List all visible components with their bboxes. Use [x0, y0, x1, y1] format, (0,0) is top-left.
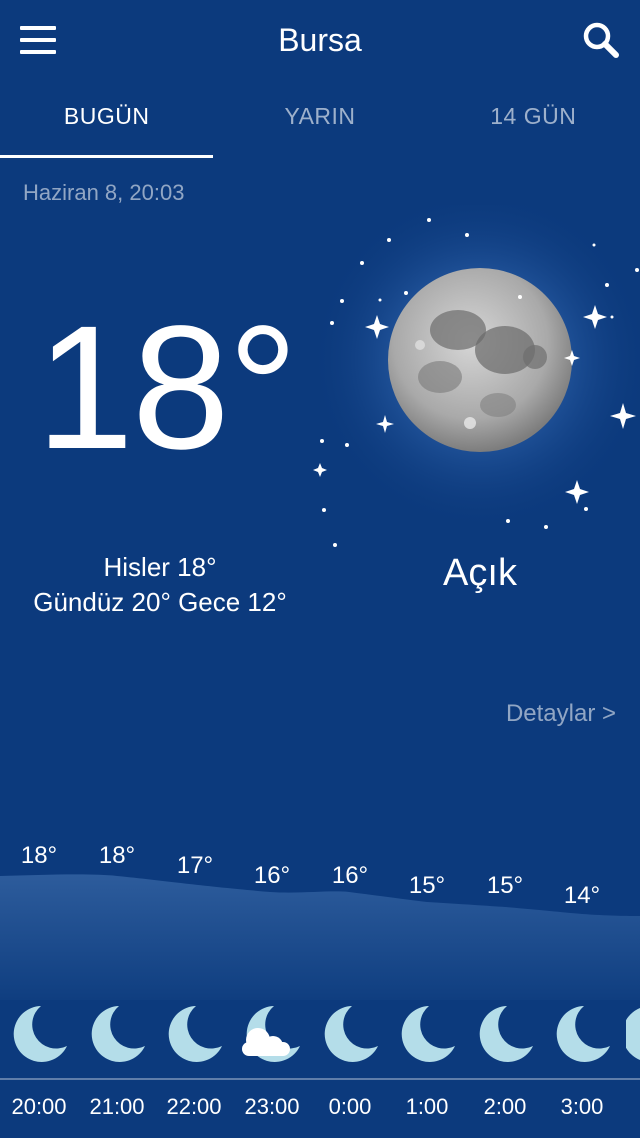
crescent-moon-icon: [556, 1006, 610, 1062]
tab-today[interactable]: BUGÜN: [0, 88, 214, 158]
city-title: Bursa: [278, 22, 362, 58]
hour-temp: 15°: [408, 872, 446, 899]
hour-temp: 18°: [98, 842, 136, 869]
hourly-divider: [0, 1078, 640, 1080]
hour-temp: 17°: [176, 852, 214, 879]
top-bar: Bursa: [0, 0, 640, 80]
hour-time: 22:00: [166, 1094, 222, 1119]
hourly-forecast[interactable]: 18° 18° 17° 16° 16° 15° 15° 14° 20:00 21…: [0, 830, 640, 1138]
crescent-moon-icon: [13, 1006, 67, 1062]
hour-temp: 18°: [20, 842, 58, 869]
weather-condition: Açık: [443, 552, 517, 594]
crescent-moon-icon: [324, 1006, 378, 1062]
day-night-temps: Gündüz 20° Gece 12°: [33, 587, 287, 617]
hour-time: 21:00: [89, 1094, 145, 1119]
hour-time: 23:00: [244, 1094, 300, 1119]
tab-bar: BUGÜN YARIN 14 GÜN: [0, 88, 640, 158]
current-date: Haziran 8, 20:03: [23, 180, 185, 205]
crescent-moon-icon: [91, 1006, 145, 1062]
hour-time: 2:00: [483, 1094, 527, 1119]
weather-app: Bursa BUGÜN YARIN 14 GÜN Haziran 8, 20:0…: [0, 0, 640, 1138]
tab-tomorrow[interactable]: YARIN: [213, 88, 426, 158]
hour-temp: 15°: [486, 872, 524, 899]
full-moon-icon: [300, 190, 640, 565]
crescent-moon-icon: [401, 1006, 455, 1062]
hour-time: 0:00: [328, 1094, 372, 1119]
details-link[interactable]: Detaylar >: [506, 700, 616, 728]
hour-temp: 14°: [563, 882, 601, 909]
hour-time: 1:00: [405, 1094, 449, 1119]
hour-time: 20:00: [11, 1094, 67, 1119]
hour-temp: 16°: [331, 862, 369, 889]
crescent-moon-icon: [479, 1006, 533, 1062]
search-icon[interactable]: [578, 18, 624, 64]
tab-14-days[interactable]: 14 GÜN: [427, 88, 640, 158]
hour-time: 3:00: [560, 1094, 604, 1119]
hour-temp: 16°: [253, 862, 291, 889]
feels-like: Hisler 18°: [103, 552, 217, 582]
current-temperature: 18°: [36, 290, 298, 486]
crescent-moon-icon: [168, 1006, 222, 1062]
moon-cloud-icon: [242, 1006, 300, 1062]
crescent-moon-icon: [626, 1008, 640, 1060]
